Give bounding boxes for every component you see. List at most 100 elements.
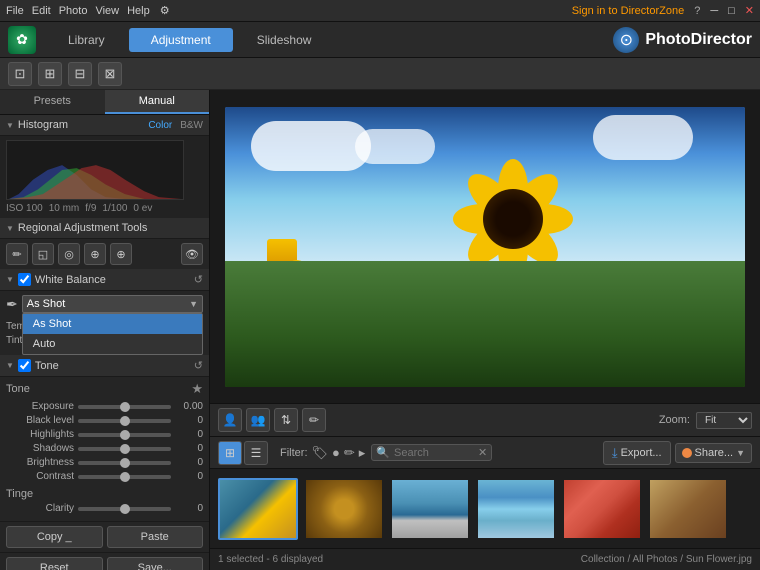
- gear-icon[interactable]: ⚙: [160, 4, 170, 17]
- menu-view[interactable]: View: [95, 5, 119, 17]
- bw-mode-label[interactable]: B&W: [180, 120, 203, 131]
- filter-icon-3[interactable]: ✏: [344, 445, 355, 461]
- title-bar: File Edit Photo View Help ⚙ Sign in to D…: [0, 0, 760, 22]
- black-level-slider[interactable]: [78, 419, 171, 423]
- menu-photo[interactable]: Photo: [59, 5, 88, 17]
- tab-manual[interactable]: Manual: [105, 90, 210, 114]
- bottom-buttons: Copy _ Paste: [0, 521, 209, 552]
- filmstrip-thumb-2[interactable]: [304, 478, 384, 540]
- clarity-label: Clarity: [6, 503, 74, 514]
- contrast-value: 0: [175, 471, 203, 482]
- shadows-slider[interactable]: [78, 447, 171, 451]
- wb-collapse-arrow[interactable]: ▼: [6, 275, 14, 284]
- sign-in-link[interactable]: Sign in to DirectorZone: [572, 5, 685, 17]
- regional-collapse-arrow[interactable]: ▼: [6, 224, 14, 233]
- wb-option-auto[interactable]: Auto: [23, 334, 202, 354]
- clarity-slider[interactable]: [78, 507, 171, 511]
- file-path: Collection / All Photos / Sun Flower.jpg: [581, 554, 752, 565]
- tone-collapse-arrow[interactable]: ▼: [6, 361, 14, 370]
- regional-tools-header[interactable]: ▼ Regional Adjustment Tools: [0, 218, 209, 239]
- black-level-value: 0: [175, 415, 203, 426]
- menu-file[interactable]: File: [6, 5, 24, 17]
- filter-icon-2[interactable]: ●: [332, 445, 340, 460]
- menu-bar: File Edit Photo View Help: [6, 5, 150, 17]
- brand-name: PhotoDirector: [645, 31, 752, 49]
- share-dropdown-arrow[interactable]: ▼: [736, 448, 745, 458]
- tone-checkbox[interactable]: [18, 359, 31, 372]
- tab-library[interactable]: Library: [46, 28, 127, 52]
- people-icon[interactable]: 👥: [246, 408, 270, 432]
- tone-favorite-icon[interactable]: ★: [191, 381, 203, 397]
- wb-eyedropper-icon[interactable]: ✒: [6, 296, 18, 313]
- highlights-slider[interactable]: [78, 433, 171, 437]
- export-button[interactable]: ⤓ Export...: [603, 441, 671, 465]
- exposure-comp: 0 ev: [133, 203, 152, 214]
- wb-dropdown[interactable]: As Shot ▼: [22, 295, 203, 313]
- brand-icon: ⊙: [613, 27, 639, 53]
- shutter-speed: 1/100: [102, 203, 127, 214]
- tone-reset-icon[interactable]: ↺: [194, 359, 203, 372]
- contrast-slider[interactable]: [78, 475, 171, 479]
- search-clear-icon[interactable]: ✕: [478, 446, 487, 459]
- list-view-icon[interactable]: ☰: [244, 441, 268, 465]
- view-single-btn[interactable]: ⊡: [8, 62, 32, 86]
- wb-checkbox[interactable]: [18, 273, 31, 286]
- image-view: [210, 90, 760, 403]
- filmstrip-thumb-4[interactable]: [476, 478, 556, 540]
- brush-tool[interactable]: ✏: [6, 243, 28, 265]
- shadows-row: Shadows 0: [6, 443, 203, 454]
- search-input[interactable]: [394, 447, 474, 459]
- maximize-button[interactable]: □: [728, 5, 735, 17]
- filmstrip-thumb-6[interactable]: [648, 478, 728, 540]
- brightness-slider[interactable]: [78, 461, 171, 465]
- share-button[interactable]: Share... ▼: [675, 443, 752, 463]
- brightness-row: Brightness 0: [6, 457, 203, 468]
- minimize-button[interactable]: ─: [710, 5, 718, 17]
- filter-icon-1[interactable]: 🏷: [312, 445, 329, 461]
- edit-icon[interactable]: ✏: [302, 408, 326, 432]
- left-panel: Presets Manual ▼ Histogram Color B&W: [0, 90, 210, 570]
- close-button[interactable]: ✕: [745, 4, 754, 17]
- gradient-tool[interactable]: ◱: [32, 243, 54, 265]
- grid-view-icon[interactable]: ⊞: [218, 441, 242, 465]
- view-compare-btn[interactable]: ⊞: [38, 62, 62, 86]
- wb-reset-icon[interactable]: ↺: [194, 273, 203, 286]
- highlights-row: Highlights 0: [6, 429, 203, 440]
- save-button[interactable]: Save...: [107, 557, 204, 570]
- tab-slideshow[interactable]: Slideshow: [235, 28, 334, 52]
- wb-option-as-shot[interactable]: As Shot: [23, 314, 202, 334]
- histogram-canvas: [6, 140, 184, 200]
- help-icon[interactable]: ?: [694, 5, 700, 17]
- black-level-label: Black level: [6, 415, 74, 426]
- reset-button[interactable]: Reset: [6, 557, 103, 570]
- person-icon[interactable]: 👤: [218, 408, 242, 432]
- copy-button[interactable]: Copy _: [6, 526, 103, 548]
- filter-icon-4[interactable]: ▸: [359, 445, 366, 461]
- filmstrip-thumb-1[interactable]: [218, 478, 298, 540]
- color-mode-label[interactable]: Color: [148, 120, 172, 131]
- tone-label: Tone: [35, 360, 59, 372]
- tone-section-header[interactable]: ▼ Tone ↺: [0, 355, 209, 377]
- histogram-section-header[interactable]: ▼ Histogram Color B&W: [0, 115, 209, 136]
- mask-tool[interactable]: ⊕: [84, 243, 106, 265]
- histogram-collapse-arrow[interactable]: ▼: [6, 121, 14, 130]
- view-grid-btn[interactable]: ⊟: [68, 62, 92, 86]
- iso-info: ISO 100: [6, 203, 43, 214]
- sort-icon[interactable]: ⇅: [274, 408, 298, 432]
- paste-button[interactable]: Paste: [107, 526, 204, 548]
- tab-adjustment[interactable]: Adjustment: [129, 28, 233, 52]
- menu-edit[interactable]: Edit: [32, 5, 51, 17]
- eye-icon[interactable]: 👁: [181, 243, 203, 265]
- zoom-select[interactable]: Fit 25% 50% 100% 200%: [696, 412, 752, 429]
- exposure-slider[interactable]: [78, 405, 171, 409]
- filmstrip-thumb-5[interactable]: [562, 478, 642, 540]
- view-fullscreen-btn[interactable]: ⊠: [98, 62, 122, 86]
- eyedropper-tool[interactable]: ⊕: [110, 243, 132, 265]
- menu-help[interactable]: Help: [127, 5, 150, 17]
- filmstrip-thumb-3[interactable]: [390, 478, 470, 540]
- main-area: Presets Manual ▼ Histogram Color B&W: [0, 90, 760, 570]
- white-balance-header[interactable]: ▼ White Balance ↺: [0, 269, 209, 291]
- radial-tool[interactable]: ◎: [58, 243, 80, 265]
- tab-presets[interactable]: Presets: [0, 90, 105, 114]
- sub-toolbar: ⊡ ⊞ ⊟ ⊠: [0, 58, 760, 90]
